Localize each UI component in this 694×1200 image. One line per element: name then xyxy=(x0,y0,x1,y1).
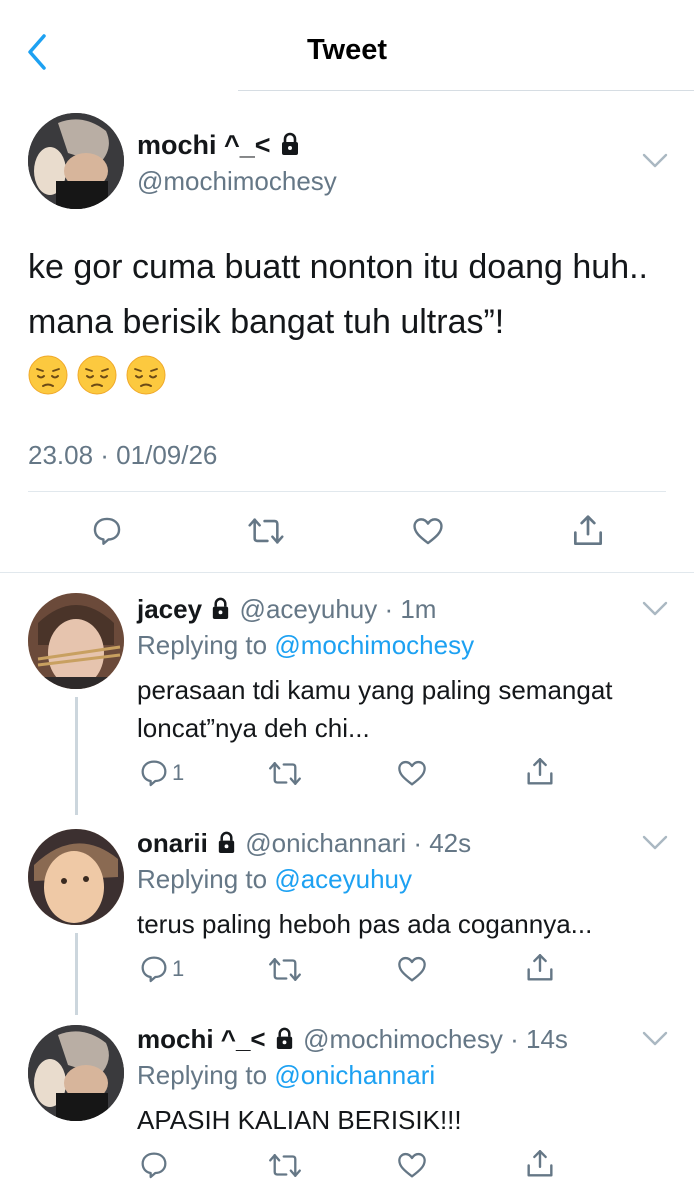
display-name: mochi ^_< xyxy=(137,130,271,160)
handle-and-time[interactable]: @mochimochesy · 14s xyxy=(303,1024,568,1054)
chevron-down-icon[interactable] xyxy=(641,834,669,852)
thread-line xyxy=(75,697,78,815)
lock-icon xyxy=(282,132,299,155)
divider xyxy=(28,491,666,492)
like-button[interactable] xyxy=(396,757,428,789)
lock-icon xyxy=(276,1027,293,1050)
retweet-button[interactable] xyxy=(267,954,303,985)
retweet-icon xyxy=(269,762,301,785)
replying-to: Replying to @mochimochesy xyxy=(137,630,474,661)
share-icon xyxy=(527,954,553,981)
retweet-button[interactable] xyxy=(267,758,303,789)
share-button[interactable] xyxy=(569,512,607,550)
retweet-button[interactable] xyxy=(246,514,286,548)
reply-button[interactable] xyxy=(138,1149,172,1181)
replying-label: Replying to xyxy=(137,864,268,894)
avatar-photo xyxy=(28,1025,124,1121)
avatar[interactable] xyxy=(28,113,124,209)
reply-header: mochi ^_< @mochimochesy · 14s xyxy=(137,1024,568,1055)
share-icon xyxy=(527,1150,553,1177)
thread-line xyxy=(75,933,78,1015)
top-bar: Tweet xyxy=(0,0,694,92)
share-icon xyxy=(573,515,603,546)
page-title: Tweet xyxy=(306,34,388,66)
display-name[interactable]: mochi ^_< xyxy=(137,1024,266,1054)
like-button[interactable] xyxy=(396,953,428,985)
avatar-photo xyxy=(28,829,124,925)
lock-icon xyxy=(218,831,235,854)
chevron-down-icon[interactable] xyxy=(641,152,669,170)
pensive-face-icon xyxy=(126,355,166,395)
avatar[interactable] xyxy=(28,593,124,689)
avatar[interactable] xyxy=(28,829,124,925)
heart-icon xyxy=(413,518,443,545)
lock-icon xyxy=(213,597,229,620)
author-handle[interactable]: @mochimochesy xyxy=(137,166,337,197)
like-button[interactable] xyxy=(396,1149,428,1181)
pensive-face-icon xyxy=(28,355,68,395)
display-name[interactable]: jacey xyxy=(137,594,202,624)
reply-button[interactable]: 1 xyxy=(138,757,184,789)
replying-to-link[interactable]: @onichannari xyxy=(274,1060,435,1090)
replying-to: Replying to @aceyuhuy xyxy=(137,864,412,895)
reply-icon xyxy=(93,517,121,545)
divider xyxy=(0,572,694,573)
share-button[interactable] xyxy=(523,1147,557,1181)
reply-icon xyxy=(141,760,167,787)
author-name[interactable]: mochi ^_< xyxy=(137,130,302,161)
reply-header: jacey @aceyuhuy · 1m xyxy=(137,594,436,625)
chevron-down-icon[interactable] xyxy=(641,1030,669,1048)
retweet-icon xyxy=(248,518,284,544)
share-button[interactable] xyxy=(523,755,557,789)
pensive-face-icon xyxy=(77,355,117,395)
reply-icon xyxy=(141,1152,167,1179)
reply-count: 1 xyxy=(172,956,185,981)
display-name[interactable]: onarii xyxy=(137,828,208,858)
reply-header: onarii @onichannari · 42s xyxy=(137,828,471,859)
retweet-button[interactable] xyxy=(267,1150,303,1181)
tweet-timestamp: 23.08 · 01/09/26 xyxy=(28,440,218,470)
replying-label: Replying to xyxy=(137,630,268,660)
replying-to-link[interactable]: @mochimochesy xyxy=(274,630,474,660)
divider xyxy=(238,90,694,91)
avatar-photo xyxy=(28,593,124,689)
replying-label: Replying to xyxy=(137,1060,268,1090)
handle-and-time[interactable]: @onichannari · 42s xyxy=(245,828,471,858)
replying-to: Replying to @onichannari xyxy=(137,1060,435,1091)
heart-icon xyxy=(398,1152,426,1178)
like-button[interactable] xyxy=(410,514,446,548)
avatar-photo xyxy=(28,113,124,209)
avatar[interactable] xyxy=(28,1025,124,1121)
reply-text: APASIH KALIAN BERISIK!!! xyxy=(137,1105,462,1135)
tweet-text: ke gor cuma buatt nonton itu doang huh..… xyxy=(28,248,649,341)
share-button[interactable] xyxy=(523,951,557,985)
emoji-row xyxy=(28,355,166,395)
reply-button[interactable]: 1 xyxy=(138,953,184,985)
share-icon xyxy=(527,758,553,785)
reply-text: perasaan tdi kamu yang paling semangat l… xyxy=(137,675,613,743)
reply-count: 1 xyxy=(172,760,185,785)
heart-icon xyxy=(398,760,426,786)
reply-text: terus paling heboh pas ada cogannya... xyxy=(137,909,593,939)
retweet-icon xyxy=(269,1154,301,1177)
reply-icon xyxy=(141,956,167,983)
retweet-icon xyxy=(269,958,301,981)
chevron-down-icon[interactable] xyxy=(641,600,669,618)
handle-and-time[interactable]: @aceyuhuy · 1m xyxy=(240,594,437,624)
heart-icon xyxy=(398,956,426,982)
replying-to-link[interactable]: @aceyuhuy xyxy=(274,864,412,894)
reply-button[interactable] xyxy=(90,514,124,548)
